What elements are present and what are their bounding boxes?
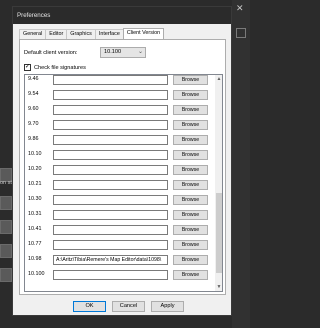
tab-general[interactable]: General <box>19 29 47 39</box>
background-button <box>0 220 12 234</box>
client-version-label: 9.86 <box>28 136 39 142</box>
client-version-label: 10.31 <box>28 211 42 217</box>
browse-button[interactable]: Browse <box>173 150 208 160</box>
title-bar: Preferences <box>13 7 231 24</box>
client-version-label: 10.10 <box>28 151 42 157</box>
apply-button[interactable]: Apply <box>151 301 184 312</box>
background-button <box>0 244 12 258</box>
list-item: 9.70 Browse <box>25 116 211 131</box>
browse-button[interactable]: Browse <box>173 225 208 235</box>
tab-editor[interactable]: Editor <box>45 29 68 39</box>
client-path-input[interactable] <box>53 135 168 145</box>
browse-button[interactable]: Browse <box>173 195 208 205</box>
client-version-label: 10.41 <box>28 226 42 232</box>
background-app-left: on sta <box>0 0 12 328</box>
list-item: 9.60 Browse <box>25 101 211 116</box>
browse-button[interactable]: Browse <box>173 135 208 145</box>
browse-button[interactable]: Browse <box>173 120 208 130</box>
list-item: 10.30 Browse <box>25 191 211 206</box>
list-item: 10.10 Browse <box>25 146 211 161</box>
preferences-dialog: Preferences General Editor Graphics Inte… <box>12 6 232 316</box>
client-path-input[interactable] <box>53 195 168 205</box>
client-path-input[interactable] <box>53 90 168 100</box>
default-client-select[interactable]: 10.100 ⌄ <box>100 47 146 58</box>
client-path-input[interactable] <box>53 120 168 130</box>
list-item: 10.77 Browse <box>25 236 211 251</box>
client-paths-rows: 9.46 Browse 9.54 Browse 9.60 Browse 9.70 Browse… <box>25 75 211 281</box>
browse-button[interactable]: Browse <box>173 180 208 190</box>
scroll-up-icon[interactable]: ▲ <box>215 75 222 83</box>
client-path-input[interactable] <box>53 105 168 115</box>
background-button <box>0 196 12 210</box>
check-signatures-checkbox[interactable] <box>24 63 31 71</box>
background-label: on sta <box>0 180 12 186</box>
chevron-down-icon: ⌄ <box>137 49 143 55</box>
client-version-label: 10.77 <box>28 241 42 247</box>
browse-button[interactable]: Browse <box>173 255 208 265</box>
client-version-panel: Default client version: 10.100 ⌄ Check f… <box>19 39 226 295</box>
scrollbar[interactable]: ▲ ▼ <box>215 75 222 291</box>
window-title: Preferences <box>17 12 51 19</box>
default-client-label: Default client version: <box>24 50 78 56</box>
list-item: 9.46 Browse <box>25 75 211 86</box>
tab-graphics[interactable]: Graphics <box>66 29 96 39</box>
list-item: 9.86 Browse <box>25 131 211 146</box>
browse-button[interactable]: Browse <box>173 270 208 280</box>
client-version-label: 10.20 <box>28 166 42 172</box>
background-button <box>0 268 12 282</box>
list-item: 10.41 Browse <box>25 221 211 236</box>
client-path-input[interactable] <box>53 240 168 250</box>
client-path-input[interactable] <box>53 75 168 85</box>
tab-interface[interactable]: Interface <box>94 29 124 39</box>
scroll-down-icon[interactable]: ▼ <box>215 283 222 291</box>
default-client-value: 10.100 <box>104 49 122 55</box>
list-item: 10.100 Browse <box>25 266 211 281</box>
client-paths-list: 9.46 Browse 9.54 Browse 9.60 Browse 9.70 Browse… <box>24 74 223 292</box>
client-path-input[interactable] <box>53 225 168 235</box>
list-item: 10.98 A:\Aritz\Tibia\Remere's Map Editor\… <box>25 251 211 266</box>
browse-button[interactable]: Browse <box>173 210 208 220</box>
client-path-input[interactable] <box>53 165 168 175</box>
background-app-right: ✕ <box>232 0 250 328</box>
client-path-input[interactable] <box>53 210 168 220</box>
browse-button[interactable]: Browse <box>173 165 208 175</box>
browse-button[interactable]: Browse <box>173 105 208 115</box>
browse-button[interactable]: Browse <box>173 75 208 85</box>
check-signatures-row[interactable]: Check file signatures <box>24 63 86 71</box>
browse-button[interactable]: Browse <box>173 90 208 100</box>
list-item: 10.31 Browse <box>25 206 211 221</box>
client-version-label: 9.46 <box>28 76 39 82</box>
close-icon[interactable]: ✕ <box>236 4 244 13</box>
client-version-label: 9.60 <box>28 106 39 112</box>
client-version-label: 10.100 <box>28 271 45 277</box>
client-path-input[interactable]: A:\Aritz\Tibia\Remere's Map Editor\data\… <box>53 255 168 265</box>
client-path-input[interactable] <box>53 180 168 190</box>
panel-icon <box>236 28 246 38</box>
ok-button[interactable]: OK <box>73 301 106 312</box>
tab-bar: General Editor Graphics Interface Client… <box>19 28 165 39</box>
client-version-label: 10.21 <box>28 181 42 187</box>
client-version-label: 9.54 <box>28 91 39 97</box>
browse-button[interactable]: Browse <box>173 240 208 250</box>
list-item: 10.20 Browse <box>25 161 211 176</box>
list-item: 9.54 Browse <box>25 86 211 101</box>
scroll-thumb[interactable] <box>216 193 222 273</box>
list-item: 10.21 Browse <box>25 176 211 191</box>
client-version-label: 10.98 <box>28 256 42 262</box>
tab-client-version[interactable]: Client Version <box>122 28 165 39</box>
cancel-button[interactable]: Cancel <box>112 301 145 312</box>
check-signatures-label: Check file signatures <box>34 64 86 71</box>
client-path-input[interactable] <box>53 270 168 280</box>
client-version-label: 10.30 <box>28 196 42 202</box>
client-version-label: 9.70 <box>28 121 39 127</box>
client-path-input[interactable] <box>53 150 168 160</box>
